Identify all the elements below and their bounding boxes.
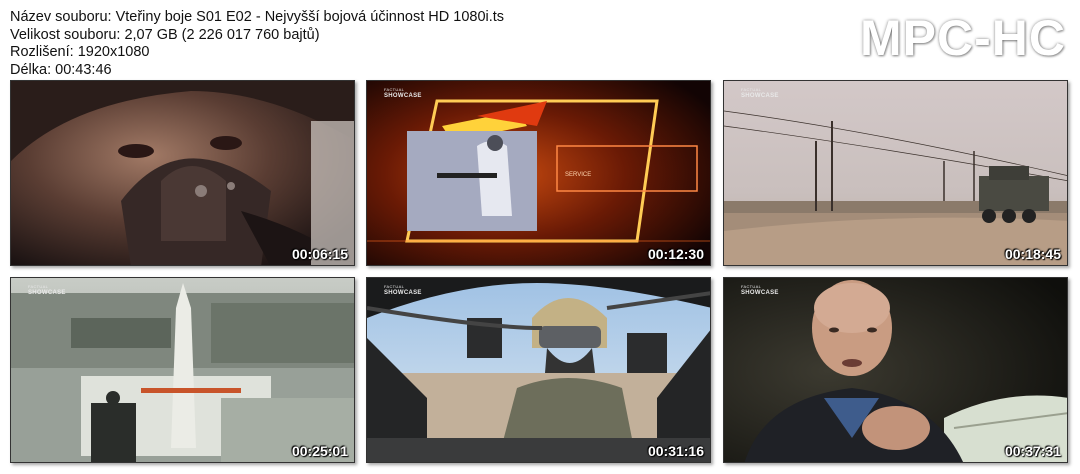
- channel-logo: FACTUAL SHOWCASE: [384, 87, 422, 99]
- thumbnail-3[interactable]: FACTUAL SHOWCASE 00:18:45: [723, 80, 1068, 266]
- thumbnail-1[interactable]: 00:06:15: [10, 80, 355, 266]
- thumbnail-5[interactable]: FACTUAL SHOWCASE 00:31:16: [366, 277, 711, 463]
- resolution-line: Rozlišení: 1920x1080: [10, 44, 150, 60]
- timestamp: 00:18:45: [1004, 246, 1061, 262]
- thumbnail-6[interactable]: FACTUAL SHOWCASE 00:37:31: [723, 277, 1068, 463]
- mpc-hc-logo: MPC-HC: [860, 10, 1066, 66]
- warship-missile-icon: [11, 278, 354, 462]
- interview-man-icon: [724, 278, 1067, 462]
- soldier-graphic-icon: SERVICE: [367, 81, 710, 265]
- duration-line: Délka: 00:43:46: [10, 61, 112, 78]
- file-name-line: Název souboru: Vteřiny boje S01 E02 - Ne…: [10, 9, 505, 25]
- thumbnail-2[interactable]: SERVICE FACTUAL SHOWCASE 00:12:30: [366, 80, 711, 266]
- helicopter-pilot-icon: [367, 278, 710, 462]
- timestamp: 00:25:01: [291, 443, 348, 459]
- thumbnail-4[interactable]: FACTUAL SHOWCASE 00:25:01: [10, 277, 355, 463]
- timestamp: 00:37:31: [1004, 443, 1061, 459]
- channel-logo: FACTUAL SHOWCASE: [741, 284, 779, 296]
- armored-vehicle-icon: [724, 81, 1067, 265]
- timestamp: 00:12:30: [647, 246, 704, 262]
- timestamp: 00:31:16: [647, 443, 704, 459]
- channel-logo: FACTUAL SHOWCASE: [28, 284, 66, 296]
- channel-logo: FACTUAL SHOWCASE: [741, 87, 779, 99]
- file-info: Název souboru: Vteřiny boje S01 E02 - Ne…: [10, 9, 504, 79]
- file-size-line: Velikost souboru: 2,07 GB (2 226 017 760…: [10, 26, 320, 43]
- channel-logo: FACTUAL SHOWCASE: [384, 284, 422, 296]
- pilot-mask-icon: [11, 81, 354, 265]
- timestamp: 00:06:15: [291, 246, 348, 262]
- svg-text:SERVICE: SERVICE: [565, 172, 591, 178]
